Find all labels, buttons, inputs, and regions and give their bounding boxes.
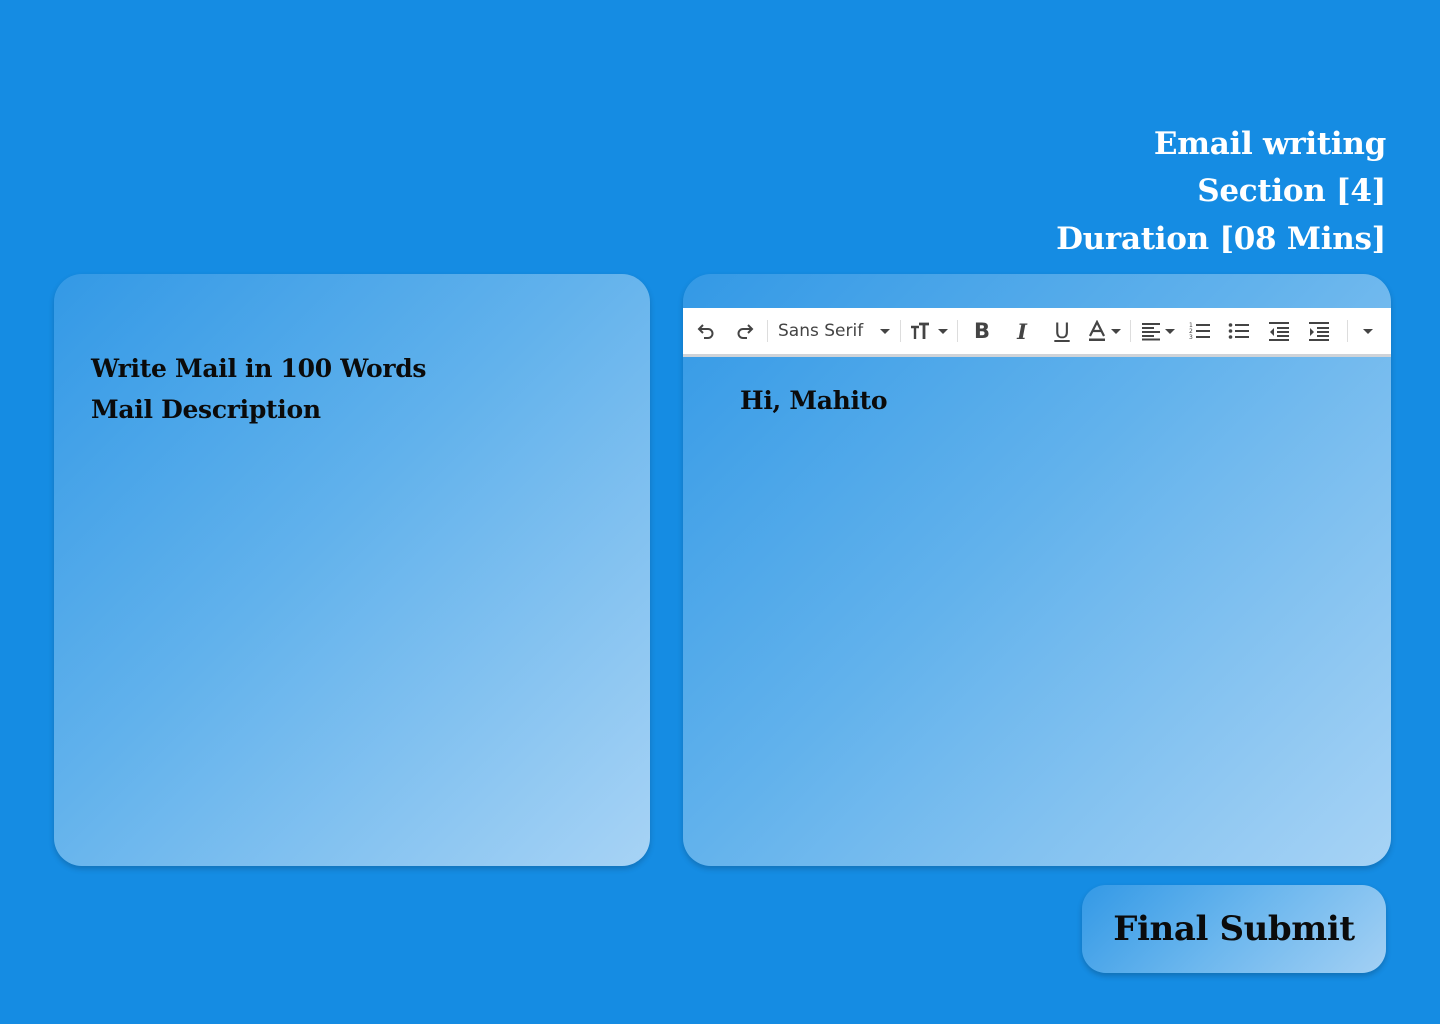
toolbar-divider bbox=[1347, 320, 1348, 342]
final-submit-button[interactable]: Final Submit bbox=[1082, 885, 1386, 973]
redo-icon[interactable] bbox=[727, 315, 763, 347]
page-title: Email writing bbox=[1153, 126, 1386, 162]
numbered-list-icon[interactable]: 123 bbox=[1181, 315, 1219, 347]
toolbar-divider bbox=[957, 320, 958, 342]
indent-more-icon[interactable] bbox=[1299, 315, 1339, 347]
undo-icon[interactable] bbox=[685, 315, 727, 347]
toolbar-divider bbox=[1130, 320, 1131, 342]
chevron-down-icon bbox=[1363, 328, 1373, 334]
font-family-value: Sans Serif bbox=[778, 321, 864, 341]
align-icon[interactable] bbox=[1135, 315, 1181, 347]
chevron-down-icon bbox=[938, 328, 948, 334]
underline-icon[interactable]: U bbox=[1042, 315, 1082, 347]
bold-icon[interactable]: B bbox=[962, 315, 1002, 347]
chevron-down-icon bbox=[1111, 328, 1121, 334]
more-options-icon[interactable] bbox=[1352, 315, 1380, 347]
section-label: Section [4] bbox=[1197, 173, 1386, 209]
toolbar-divider bbox=[767, 320, 768, 342]
email-editor-panel: Sans Serif B I U 123 Hi, Mahito bbox=[683, 274, 1391, 866]
chevron-down-icon bbox=[880, 328, 890, 334]
prompt-panel: Write Mail in 100 Words Mail Description bbox=[54, 274, 650, 866]
italic-icon[interactable]: I bbox=[1002, 315, 1042, 347]
chevron-down-icon bbox=[1165, 328, 1175, 334]
indent-less-icon[interactable] bbox=[1259, 315, 1299, 347]
svg-text:3: 3 bbox=[1189, 334, 1193, 341]
instruction-text: Write Mail in 100 Words bbox=[91, 354, 427, 383]
font-family-select[interactable]: Sans Serif bbox=[772, 315, 896, 347]
mail-description-label: Mail Description bbox=[91, 395, 321, 424]
toolbar-divider bbox=[900, 320, 901, 342]
editor-toolbar: Sans Serif B I U 123 bbox=[683, 308, 1391, 357]
font-size-icon[interactable] bbox=[905, 315, 953, 347]
text-color-icon[interactable] bbox=[1082, 315, 1126, 347]
email-editor-content[interactable]: Hi, Mahito bbox=[740, 386, 888, 415]
duration-label: Duration [08 Mins] bbox=[1056, 221, 1386, 257]
prompt-text: Write Mail in 100 Words Mail Description bbox=[91, 348, 426, 430]
page-header: Email writing Section [4] Duration [08 M… bbox=[1056, 120, 1386, 263]
bulleted-list-icon[interactable] bbox=[1219, 315, 1259, 347]
